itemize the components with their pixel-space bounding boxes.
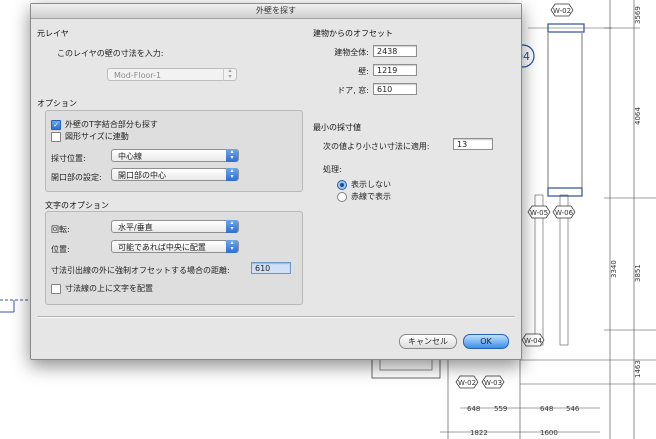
dimension-text: 648 — [467, 405, 480, 413]
dimension-text: 559 — [494, 405, 507, 413]
dialog-title: 外壁を探す — [31, 4, 521, 19]
wall-offset-input[interactable]: 1219 — [373, 64, 417, 76]
hide-radio[interactable] — [337, 180, 347, 190]
link-shape-size-checkbox[interactable] — [51, 132, 61, 142]
layer-select[interactable]: Mod-Floor-1 ▴ ▾ — [107, 68, 237, 81]
wall-outline — [371, 357, 441, 379]
updown-arrows-icon: ▴ ▾ — [223, 68, 236, 81]
ok-button[interactable]: OK — [463, 334, 509, 349]
text-above-line-checkbox[interactable] — [51, 284, 61, 294]
find-exterior-walls-dialog: 外壁を探す 元レイヤ このレイヤの壁の寸法を入力: Mod-Floor-1 ▴ ▾… — [30, 3, 522, 360]
link-shape-size-label: 図形サイズに連動 — [65, 132, 129, 141]
opening-setting-select[interactable]: 開口部の中心 ▴ ▾ — [111, 168, 239, 181]
dimension-text: 546 — [566, 405, 580, 413]
include-t-joints-checkbox[interactable]: ✓ — [51, 120, 61, 130]
updown-arrows-icon: ▴ ▾ — [226, 240, 238, 253]
building-total-input[interactable]: 2438 — [373, 45, 417, 57]
dimension-text: 3569 — [634, 6, 642, 24]
text-options-heading: 文字のオプション — [45, 201, 109, 210]
building-total-label: 建物全体: — [334, 48, 369, 57]
dimension-text: 3851 — [634, 264, 642, 282]
window-tag-label: W-03 — [484, 379, 502, 387]
updown-arrows-icon: ▴ ▾ — [226, 149, 238, 162]
min-apply-label: 次の値より小さい寸法に適用: — [323, 142, 430, 151]
dialog-divider — [37, 316, 515, 318]
updown-arrows-icon: ▴ ▾ — [226, 220, 238, 233]
dimension-text: 1822 — [470, 429, 488, 437]
window-tag-label: W-06 — [555, 209, 574, 217]
original-layer-heading: 元レイヤ — [37, 29, 69, 38]
offset-label: 寸法引出線の外に強制オフセットする場合の距離: — [51, 266, 230, 275]
layer-select-value: Mod-Floor-1 — [114, 71, 162, 80]
measure-position-label: 採寸位置: — [51, 154, 86, 163]
hide-radio-label: 表示しない — [351, 180, 391, 189]
min-apply-input[interactable]: 13 — [453, 138, 493, 150]
process-label: 処理: — [323, 165, 342, 174]
min-dimension-heading: 最小の採寸値 — [313, 123, 361, 132]
updown-arrows-icon: ▴ ▾ — [226, 168, 238, 181]
red-line-radio[interactable] — [337, 192, 347, 202]
red-line-radio-label: 赤線で表示 — [351, 192, 391, 201]
dimension-text: 1463 — [634, 360, 642, 378]
window-tag-label: W-05 — [530, 209, 548, 217]
cancel-button[interactable]: キャンセル — [399, 334, 457, 349]
text-position-value: 可能であれば中央に配置 — [118, 243, 206, 252]
rotation-value: 水平/垂直 — [118, 223, 153, 232]
dimension-text: 1600 — [540, 429, 558, 437]
measure-position-value: 中心線 — [118, 152, 142, 161]
dimension-text: 3340 — [610, 260, 618, 278]
layer-input-label: このレイヤの壁の寸法を入力: — [57, 49, 164, 58]
text-position-select[interactable]: 可能であれば中央に配置 ▴ ▾ — [111, 240, 239, 253]
dimension-text: 4064 — [634, 107, 642, 125]
door-window-offset-input[interactable]: 610 — [373, 83, 417, 95]
rotation-label: 回転: — [51, 225, 70, 234]
rotation-select[interactable]: 水平/垂直 ▴ ▾ — [111, 220, 239, 233]
window-tag-label: W-02 — [553, 7, 571, 15]
measure-position-select[interactable]: 中心線 ▴ ▾ — [111, 149, 239, 162]
options-heading: オプション — [37, 99, 77, 108]
opening-setting-value: 開口部の中心 — [118, 171, 166, 180]
text-position-label: 位置: — [51, 245, 70, 254]
window-tag-label: W-04 — [524, 337, 543, 345]
offset-input[interactable]: 610 — [251, 262, 291, 274]
text-above-line-label: 寸法線の上に文字を配置 — [65, 284, 153, 293]
wall-offset-label: 壁: — [358, 67, 369, 76]
opening-setting-label: 開口部の設定: — [51, 173, 102, 182]
building-offset-heading: 建物からのオフセット — [313, 29, 393, 38]
include-t-joints-label: 外壁のT字結合部分も探す — [65, 120, 158, 129]
door-window-offset-label: ドア, 窓: — [337, 86, 369, 95]
window-tag-label: W-02 — [458, 379, 476, 387]
dimension-text: 648 — [540, 405, 553, 413]
